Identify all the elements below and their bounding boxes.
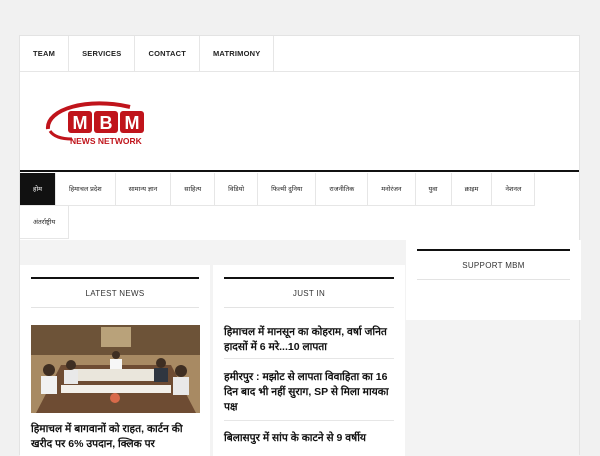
- nav-item-crime[interactable]: क्राइम: [451, 173, 493, 206]
- just-in-headline-2[interactable]: हमीरपुर : मझोट से लापता विवाहिता का 16 द…: [224, 370, 396, 415]
- just-in-title: JUST IN: [224, 277, 394, 308]
- nav-item-entertainment[interactable]: मनोरंजन: [368, 173, 416, 206]
- latest-news-column: LATEST NEWS हिमाचल में बागवानों को राहत,…: [20, 265, 210, 456]
- topnav-contact-link[interactable]: CONTACT: [135, 36, 200, 71]
- mbm-logo[interactable]: M B M NEWS NETWORK: [42, 95, 154, 151]
- nav-item-literature[interactable]: साहित्य: [171, 173, 216, 206]
- main-navigation: होम हिमाचल प्रदेश सामान्य ज्ञान साहित्य …: [20, 173, 579, 239]
- nav-item-youth[interactable]: युवा: [415, 173, 452, 206]
- logo-tagline: NEWS NETWORK: [70, 136, 143, 146]
- support-column: SUPPORT MBM: [406, 240, 581, 320]
- logo-letter-m2: M: [125, 113, 140, 133]
- latest-news-title: LATEST NEWS: [31, 277, 199, 308]
- nav-item-home[interactable]: होम: [20, 173, 57, 206]
- logo-letter-m1: M: [73, 113, 88, 133]
- just-in-divider-1: [224, 358, 394, 359]
- nav-item-himachal[interactable]: हिमाचल प्रदेश: [56, 173, 116, 206]
- meeting-photo-image: [31, 325, 200, 413]
- logo-letter-b: B: [100, 113, 113, 133]
- nav-item-international[interactable]: अंतर्राष्ट्रीय: [20, 206, 70, 239]
- content-area: LATEST NEWS हिमाचल में बागवानों को राहत,…: [20, 240, 581, 456]
- nav-item-film[interactable]: फिल्मी दुनिया: [258, 173, 317, 206]
- page-container: TEAM SERVICES CONTACT MATRIMONY M B M NE…: [19, 35, 581, 456]
- nav-item-national[interactable]: नेशनल: [492, 173, 536, 206]
- just-in-headline-3[interactable]: बिलासपुर में सांप के काटने से 9 वर्षीय: [224, 431, 396, 446]
- latest-news-photo[interactable]: [31, 325, 200, 413]
- just-in-headline-1[interactable]: हिमाचल में मानसून का कोहराम, वर्षा जनित …: [224, 325, 396, 355]
- topnav-team-link[interactable]: TEAM: [20, 36, 70, 71]
- top-navigation: TEAM SERVICES CONTACT MATRIMONY: [20, 36, 579, 72]
- site-header: M B M NEWS NETWORK: [20, 71, 579, 172]
- support-mbm-title: SUPPORT MBM: [417, 249, 570, 280]
- main-nav-row-2: अंतर्राष्ट्रीय: [20, 206, 579, 239]
- nav-item-video[interactable]: विडियो: [215, 173, 259, 206]
- nav-item-politics[interactable]: राजनीतिक: [316, 173, 369, 206]
- topnav-matrimony-link[interactable]: MATRIMONY: [200, 36, 275, 71]
- main-nav-row-1: होम हिमाचल प्रदेश सामान्य ज्ञान साहित्य …: [20, 173, 579, 206]
- nav-item-general-knowledge[interactable]: सामान्य ज्ञान: [115, 173, 172, 206]
- latest-news-headline[interactable]: हिमाचल में बागवानों को राहत, कार्टन की ख…: [31, 422, 203, 452]
- topnav-services-link[interactable]: SERVICES: [69, 36, 136, 71]
- just-in-divider-2: [224, 420, 394, 421]
- just-in-column: JUST IN हिमाचल में मानसून का कोहराम, वर्…: [213, 265, 405, 456]
